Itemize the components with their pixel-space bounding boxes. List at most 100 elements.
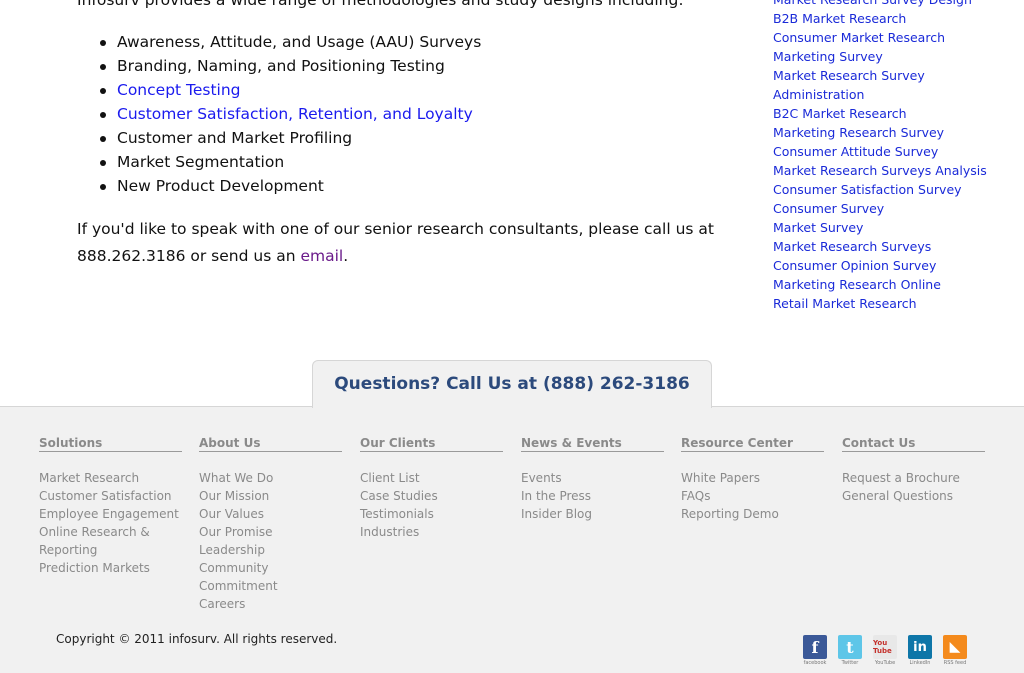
related-link[interactable]: Consumer Opinion Survey [773, 258, 936, 273]
footer-link-item: In the Press [521, 487, 664, 505]
footer-link[interactable]: Online Research & Reporting [39, 525, 150, 557]
related-link-item: Consumer Market Research [773, 28, 987, 47]
footer-link-item: Market Research [39, 469, 182, 487]
footer-link-item: Client List [360, 469, 503, 487]
related-link[interactable]: Market Research Surveys [773, 239, 931, 254]
footer-link[interactable]: FAQs [681, 489, 711, 503]
youtube-icon: You Tube [873, 635, 897, 659]
facebook-button[interactable]: f facebook [802, 635, 828, 668]
youtube-button[interactable]: You Tube YouTube [872, 635, 898, 668]
related-link-item: Consumer Satisfaction Survey [773, 180, 987, 199]
related-link[interactable]: Consumer Satisfaction Survey [773, 182, 962, 197]
related-link-item: Marketing Survey [773, 47, 987, 66]
footer-link[interactable]: What We Do [199, 471, 273, 485]
facebook-icon: f [803, 635, 827, 659]
footer-link[interactable]: Our Values [199, 507, 264, 521]
footer-link[interactable]: Our Promise [199, 525, 273, 539]
related-link-item: Market Research Surveys Analysis [773, 161, 987, 180]
footer-link-item: What We Do [199, 469, 342, 487]
related-link[interactable]: Consumer Survey [773, 201, 884, 216]
footer-link[interactable]: General Questions [842, 489, 953, 503]
rss-icon: ◣ [943, 635, 967, 659]
footer-link-list: Events In the Press Insider Blog [521, 469, 664, 523]
footer-link-item: Our Mission [199, 487, 342, 505]
related-link[interactable]: Market Research Survey Design [773, 0, 972, 7]
related-link[interactable]: Marketing Research Online [773, 277, 941, 292]
footer-link[interactable]: Customer Satisfaction [39, 489, 172, 503]
methodology-list: Awareness, Attitude, and Usage (AAU) Sur… [77, 30, 717, 198]
footer-link-item: Leadership [199, 541, 342, 559]
footer-link-item: FAQs [681, 487, 824, 505]
related-link[interactable]: Marketing Survey [773, 49, 883, 64]
related-link-item: Retail Market Research [773, 294, 987, 313]
related-link-item: Consumer Survey [773, 199, 987, 218]
related-link[interactable]: Market Research Survey [773, 68, 925, 83]
related-link-item: Market Research Surveys [773, 237, 987, 256]
social-caption: LinkedIn [909, 660, 931, 666]
footer-link[interactable]: Events [521, 471, 562, 485]
related-link[interactable]: Consumer Market Research [773, 30, 945, 45]
methodology-link[interactable]: Customer Satisfaction, Retention, and Lo… [117, 105, 473, 123]
contact-text: If you'd like to speak with one of our s… [77, 220, 714, 265]
related-link[interactable]: B2B Market Research [773, 11, 906, 26]
footer-link[interactable]: Careers [199, 597, 245, 611]
footer-link[interactable]: Client List [360, 471, 420, 485]
footer-link[interactable]: Insider Blog [521, 507, 592, 521]
questions-tab: Questions? Call Us at (888) 262-3186 [312, 360, 712, 408]
footer-link[interactable]: In the Press [521, 489, 591, 503]
footer-column-title[interactable]: About Us [199, 436, 342, 452]
footer-column: Contact Us Request a Brochure General Ques… [842, 436, 985, 505]
footer-column-title[interactable]: Our Clients [360, 436, 503, 452]
related-link-item: Marketing Research Survey [773, 123, 987, 142]
footer-column-title[interactable]: Contact Us [842, 436, 985, 452]
footer-link[interactable]: Prediction Markets [39, 561, 150, 575]
footer-link-list: What We Do Our Mission Our Values Our Promi… [199, 469, 342, 613]
footer-link-item: Reporting Demo [681, 505, 824, 523]
related-link[interactable]: Market Survey [773, 220, 863, 235]
footer-link[interactable]: Leadership [199, 543, 265, 557]
related-link[interactable]: Market Research Surveys Analysis [773, 163, 987, 178]
footer-link[interactable]: Case Studies [360, 489, 438, 503]
footer-link[interactable]: Market Research [39, 471, 139, 485]
footer-link[interactable]: White Papers [681, 471, 760, 485]
footer-column-title[interactable]: Resource Center [681, 436, 824, 452]
related-links-list: Market Research Survey Design B2B Market … [773, 0, 987, 313]
linkedin-icon: in [908, 635, 932, 659]
methodology-link[interactable]: Concept Testing [117, 81, 241, 99]
methodology-item[interactable]: Customer Satisfaction, Retention, and Lo… [77, 102, 717, 126]
rss-button[interactable]: ◣ RSS feed [942, 635, 968, 668]
related-link-item: Marketing Research Online [773, 275, 987, 294]
footer-link[interactable]: Community Commitment [199, 561, 278, 593]
footer-link[interactable]: Industries [360, 525, 419, 539]
footer-link[interactable]: Request a Brochure [842, 471, 960, 485]
methodology-item[interactable]: Concept Testing [77, 78, 717, 102]
related-link[interactable]: Consumer Attitude Survey [773, 144, 938, 159]
social-caption: RSS feed [943, 660, 967, 666]
social-caption: YouTube [874, 660, 896, 666]
footer-link[interactable]: Testimonials [360, 507, 434, 521]
footer-link-item: Community Commitment [199, 559, 342, 595]
footer-link[interactable]: Employee Engagement [39, 507, 179, 521]
methodology-item: Customer and Market Profiling [77, 126, 717, 150]
social-caption: facebook [803, 660, 827, 666]
footer-link-list: Client List Case Studies Testimonials Indus… [360, 469, 503, 541]
footer-link[interactable]: Reporting Demo [681, 507, 779, 521]
footer-link-item: Careers [199, 595, 342, 613]
footer-link-item: Online Research & Reporting [39, 523, 182, 559]
related-link[interactable]: B2C Market Research [773, 106, 907, 121]
footer-link-item: Our Values [199, 505, 342, 523]
footer-link-item: General Questions [842, 487, 985, 505]
related-link[interactable]: Marketing Research Survey [773, 125, 944, 140]
footer-link[interactable]: Our Mission [199, 489, 269, 503]
linkedin-button[interactable]: in LinkedIn [907, 635, 933, 668]
footer-column-title[interactable]: Solutions [39, 436, 182, 452]
related-link[interactable]: Administration [773, 87, 864, 102]
footer-link-list: White Papers FAQs Reporting Demo [681, 469, 824, 523]
related-link[interactable]: Retail Market Research [773, 296, 917, 311]
footer-column-title[interactable]: News & Events [521, 436, 664, 452]
intro-text: Infosurv provides a wide range of method… [77, 0, 684, 9]
footer-link-list: Request a Brochure General Questions [842, 469, 985, 505]
twitter-button[interactable]: t Twitter [837, 635, 863, 668]
footer-link-item: White Papers [681, 469, 824, 487]
email-link[interactable]: email [300, 247, 343, 265]
